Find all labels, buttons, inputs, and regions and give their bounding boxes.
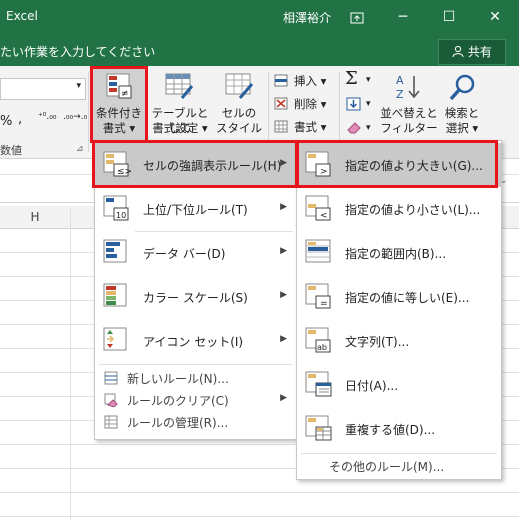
cell-styles-button[interactable]: セルの スタイル ▾ [214,68,264,150]
increase-decimal-button[interactable]: ⁺⁰.₀₀ [38,112,56,122]
submenu-item-more-rules[interactable]: その他のルール(M)... [297,455,501,477]
svg-text:A: A [396,74,404,87]
cell-styles-label-1: セルの [221,106,257,120]
share-button[interactable]: 共有 [438,39,506,65]
date-occurring-icon [305,371,332,397]
highlight-box-menu-item [92,140,298,188]
icon-set-icon [103,327,127,351]
tell-me-bar: たい作業を入力してください 共有 [0,36,519,66]
submenu-item-less-than[interactable]: < 指定の値より小さい(L)... [297,187,501,231]
submenu-arrow-icon: ▶ [280,290,287,300]
submenu-item-equal-to[interactable]: = 指定の値に等しい(E)... [297,275,501,319]
decrease-decimal-button[interactable]: .₀₀→.₀ [63,112,87,122]
sort-filter-button[interactable]: A Z 並べ替えと フィルター ▾ [380,68,438,150]
format-as-table-icon [165,73,194,99]
share-label: 共有 [467,45,492,59]
menu-item-clear-rules[interactable]: ルールのクリア(C) ▶ [95,389,297,411]
delete-button[interactable]: 削除 ▾ [274,95,334,113]
fill-dropdown[interactable]: ▾ [366,99,371,109]
autosum-icon[interactable]: Σ [345,68,358,89]
less-than-icon: < [305,195,331,221]
new-rule-icon [104,371,118,385]
find-select-button[interactable]: 検索と 選択 ▾ [440,68,484,140]
menu-item-top-bottom-rules[interactable]: 10 上位/下位ルール(T) ▶ [95,187,297,231]
submenu-arrow-icon: ▶ [280,202,287,212]
app-title: Excel [6,9,38,23]
text-contains-icon: ab [305,327,331,353]
fill-icon[interactable] [346,97,362,111]
title-bar: Excel 相澤裕介 ─ ☐ ✕ [0,0,519,36]
number-format-select[interactable]: ▾ [0,78,86,100]
svg-text:10: 10 [116,211,126,220]
person-icon [452,45,464,58]
close-button[interactable]: ✕ [476,0,514,36]
comma-button[interactable]: , [18,112,22,127]
format-button[interactable]: 書式 ▾ [274,118,334,136]
format-as-table-label-2: 書式設定 ▾ [152,121,208,135]
dialog-launcher-icon[interactable]: ⊿ [76,144,84,154]
sort-az-icon: A Z [396,74,420,101]
clear-dropdown[interactable]: ▾ [366,123,371,133]
delete-cells-icon [274,97,288,110]
highlight-cells-submenu: > 指定の値より大きい(G)... < 指定の値より小さい(L)... 指定の範… [296,140,502,480]
format-as-table-button[interactable]: テーブルとして 書式設定 ▾ [148,68,212,140]
menu-item-icon-sets[interactable]: アイコン セット(I) ▶ [95,319,297,363]
submenu-item-duplicate-values[interactable]: 重複する値(D)... [297,407,501,451]
submenu-item-between[interactable]: 指定の範囲内(B)... [297,231,501,275]
tell-me-input[interactable]: たい作業を入力してください [0,43,155,60]
svg-text:=: = [320,299,328,309]
data-bar-icon [103,239,127,263]
svg-text:<: < [320,211,328,221]
clear-rules-icon [104,393,118,407]
svg-text:Z: Z [396,88,404,101]
insert-button[interactable]: 挿入 ▾ [274,72,334,90]
menu-item-manage-rules[interactable]: ルールの管理(R)... [95,411,297,433]
submenu-item-text-contains[interactable]: ab 文字列(T)... [297,319,501,363]
minimize-button[interactable]: ─ [384,0,422,36]
submenu-arrow-icon: ▶ [280,393,287,403]
color-scale-icon [103,283,127,307]
menu-item-color-scales[interactable]: カラー スケール(S) ▶ [95,275,297,319]
duplicate-values-icon [305,415,332,441]
top-bottom-icon: 10 [103,195,129,221]
number-group-label: 数値 [0,144,22,157]
menu-item-new-rule[interactable]: 新しいルール(N)... [95,367,297,389]
eraser-icon[interactable] [346,120,362,134]
equal-to-icon: = [305,283,331,309]
user-name[interactable]: 相澤裕介 [283,9,331,26]
cell-styles-icon [225,73,254,99]
svg-text:ab: ab [317,343,327,352]
insert-cells-icon [274,74,288,87]
submenu-item-date-occurring[interactable]: 日付(A)... [297,363,501,407]
maximize-button[interactable]: ☐ [430,0,468,36]
manage-rules-icon [104,415,118,429]
column-header-h[interactable]: H [0,206,70,228]
submenu-arrow-icon: ▶ [280,246,287,256]
format-cells-icon [274,120,288,133]
magnifier-icon [449,74,475,101]
ribbon-display-icon[interactable] [338,0,376,36]
highlight-box-ribbon [90,66,148,143]
submenu-arrow-icon: ▶ [280,334,287,344]
percent-button[interactable]: % [0,114,12,129]
autosum-dropdown[interactable]: ▾ [366,75,371,85]
menu-item-data-bars[interactable]: データ バー(D) ▶ [95,231,297,275]
highlight-box-submenu-item [296,140,498,188]
between-icon [305,239,331,263]
